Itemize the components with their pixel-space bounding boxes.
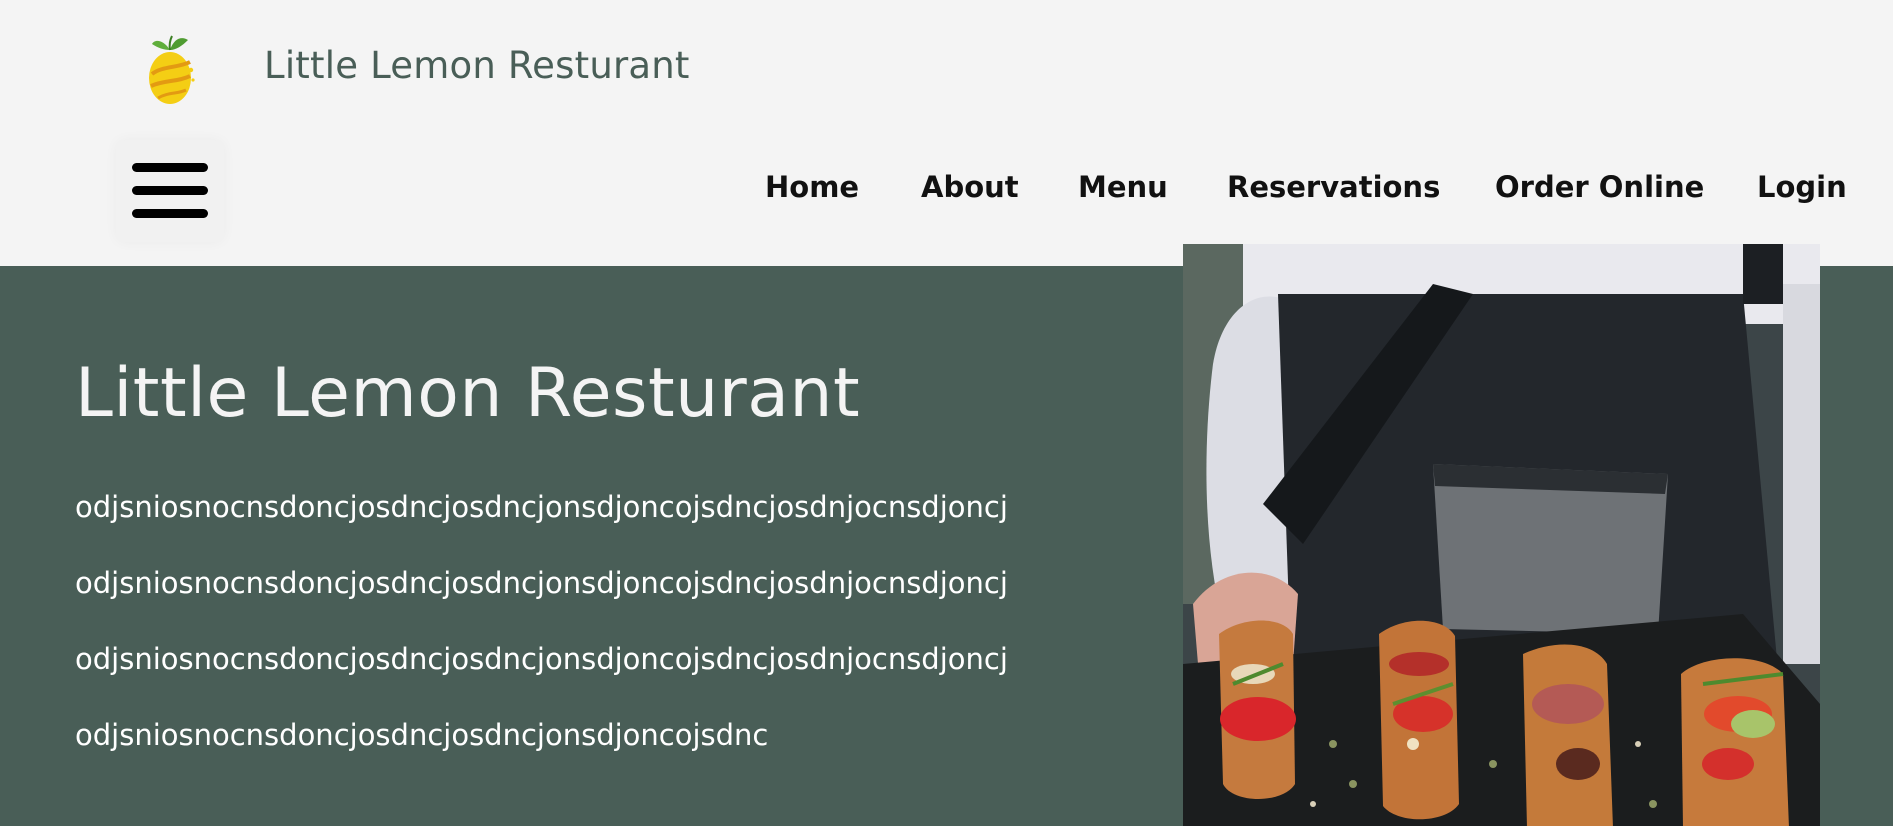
lemon-logo-icon[interactable] bbox=[144, 34, 196, 106]
nav-link-reservations[interactable]: Reservations bbox=[1227, 170, 1440, 204]
hamburger-bar bbox=[132, 209, 208, 218]
hero-text-line: odjsniosnocnsdoncjosdncjosdncjonsdjoncoj… bbox=[75, 566, 1008, 600]
nav-link-about[interactable]: About bbox=[921, 170, 1019, 204]
brand-title: Little Lemon Resturant bbox=[264, 44, 690, 87]
nav-link-home[interactable]: Home bbox=[765, 170, 859, 204]
main-nav: Home About Menu Reservations Order Onlin… bbox=[0, 170, 1893, 210]
hero-title: Little Lemon Resturant bbox=[75, 354, 861, 433]
hero-food-image bbox=[1183, 244, 1820, 828]
nav-link-menu[interactable]: Menu bbox=[1078, 170, 1168, 204]
hero-text-line: odjsniosnocnsdoncjosdncjosdncjonsdjoncoj… bbox=[75, 490, 1008, 524]
page: Little Lemon Resturant Home About Menu R… bbox=[0, 0, 1893, 829]
hero-text-line: odjsniosnocnsdoncjosdncjosdncjonsdjoncoj… bbox=[75, 642, 1008, 676]
hero-text-line: odjsniosnocnsdoncjosdncjosdncjonsdjoncoj… bbox=[75, 718, 769, 752]
site-header: Little Lemon Resturant Home About Menu R… bbox=[0, 0, 1893, 266]
nav-link-order-online[interactable]: Order Online bbox=[1495, 170, 1704, 204]
nav-link-login[interactable]: Login bbox=[1757, 170, 1847, 204]
